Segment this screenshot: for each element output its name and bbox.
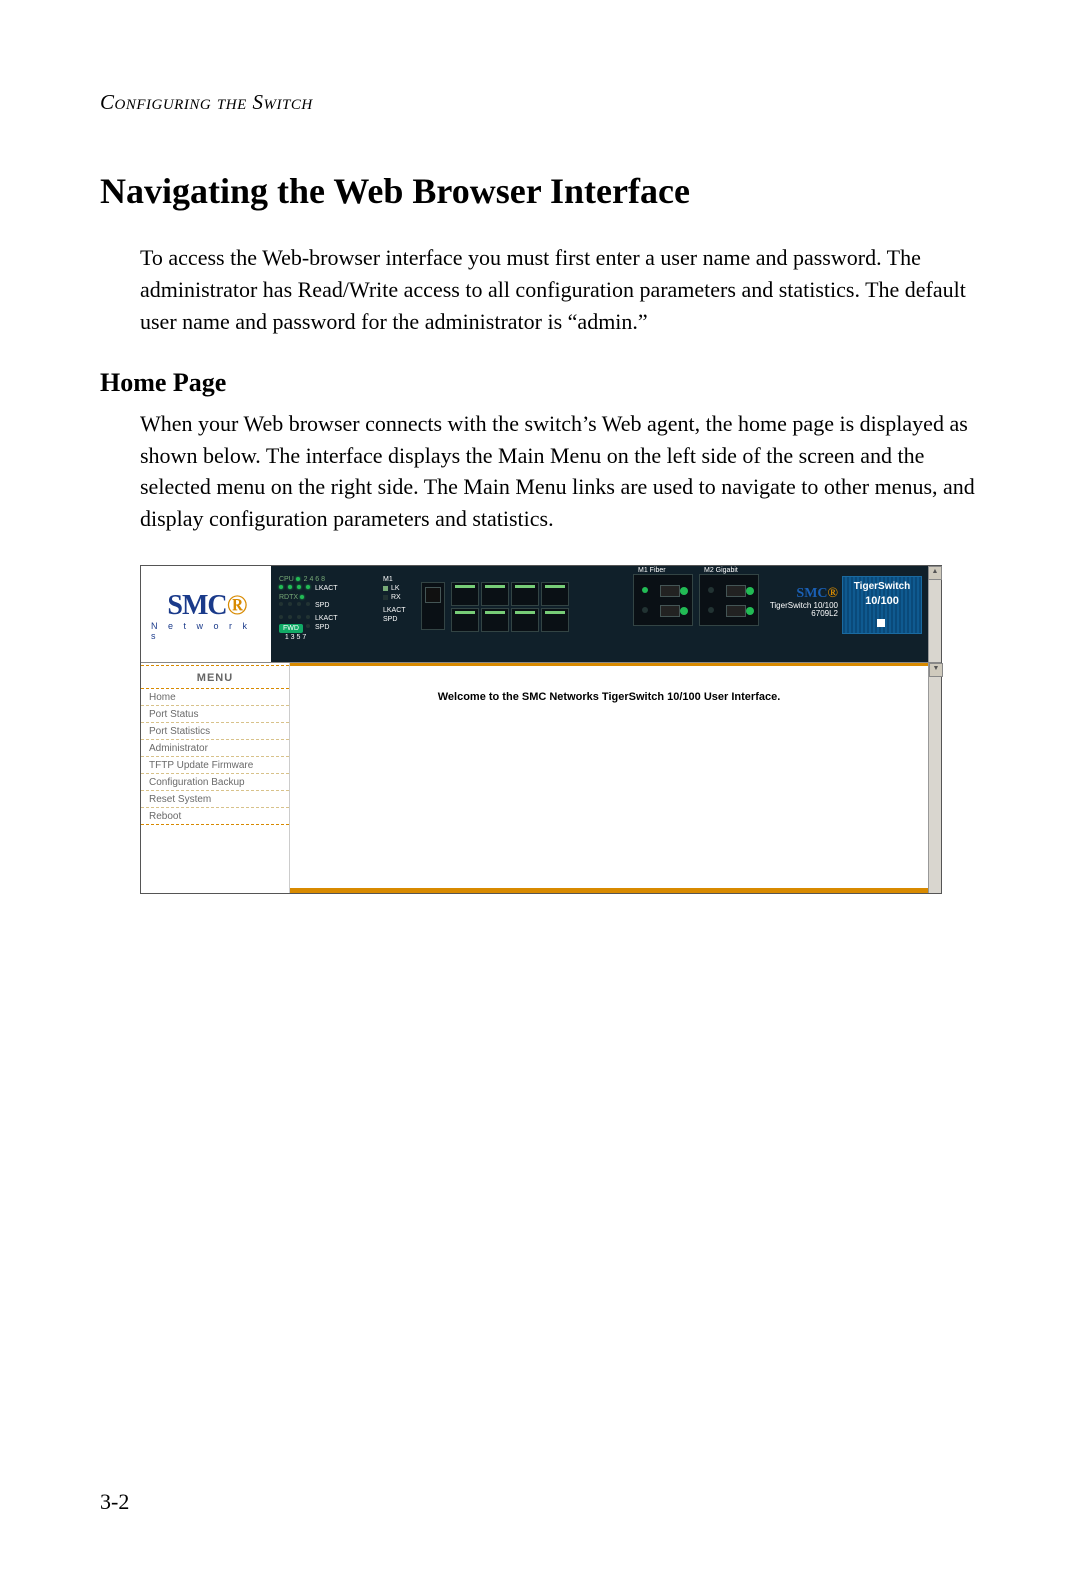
port-jacks: [421, 582, 569, 632]
main-menu: MENU Home Port Status Port Statistics Ad…: [141, 663, 289, 893]
section-body-home-page: When your Web browser connects with the …: [140, 408, 980, 536]
tigerswitch-logo: TigerSwitch 10/100: [842, 576, 922, 634]
screenshot-home-page: SMC® N e t w o r k s CPU 2 4 6 8 LKACT R…: [140, 565, 942, 894]
module-m1-fiber: M1 Fiber: [633, 574, 693, 626]
welcome-text: Welcome to the SMC Networks TigerSwitch …: [290, 691, 928, 703]
panel-brand-label: SMC® TigerSwitch 10/100 6709L2: [770, 586, 838, 619]
page-title: Navigating the Web Browser Interface: [100, 170, 980, 212]
device-front-panel: CPU 2 4 6 8 LKACT RDTX SPD LKACT: [271, 566, 928, 662]
port-numbers-bottom: 1 3 5 7: [285, 634, 306, 641]
menu-item-port-status[interactable]: Port Status: [141, 706, 289, 723]
logo-text: SMC: [167, 590, 226, 621]
menu-item-reset-system[interactable]: Reset System: [141, 791, 289, 808]
menu-item-reboot[interactable]: Reboot: [141, 808, 289, 825]
content-pane: Welcome to the SMC Networks TigerSwitch …: [289, 663, 928, 893]
logo-subtext: N e t w o r k s: [151, 621, 263, 641]
scroll-up-icon[interactable]: ▲: [928, 566, 942, 580]
lk-label: LK: [391, 585, 400, 592]
port-numbers-top: 2 4 6 8: [304, 576, 325, 583]
intro-paragraph: To access the Web-browser interface you …: [140, 242, 980, 338]
smc-logo: SMC® N e t w o r k s: [141, 566, 271, 662]
menu-item-administrator[interactable]: Administrator: [141, 740, 289, 757]
rdtx-label: RDTX: [279, 594, 298, 601]
section-heading-home-page: Home Page: [100, 368, 980, 398]
rx-label: RX: [391, 594, 401, 601]
m1-label: M1: [383, 576, 406, 583]
module-m2-gigabit: M2 Gigabit: [699, 574, 759, 626]
menu-item-configuration-backup[interactable]: Configuration Backup: [141, 774, 289, 791]
menu-item-port-statistics[interactable]: Port Statistics: [141, 723, 289, 740]
scrollbar-outer[interactable]: ▲: [928, 566, 941, 662]
scroll-down-icon[interactable]: ▼: [929, 663, 943, 677]
lkact-label: LKACT: [315, 585, 338, 593]
running-head: Configuring the Switch: [100, 90, 980, 115]
fwd-button[interactable]: FWD: [279, 624, 303, 633]
spd-label: SPD: [315, 602, 329, 610]
scrollbar-content[interactable]: ▼: [928, 663, 941, 893]
menu-header: MENU: [141, 665, 289, 689]
page-number: 3-2: [100, 1489, 129, 1515]
menu-item-home[interactable]: Home: [141, 689, 289, 706]
cpu-label: CPU: [279, 576, 294, 583]
menu-item-tftp-update-firmware[interactable]: TFTP Update Firmware: [141, 757, 289, 774]
